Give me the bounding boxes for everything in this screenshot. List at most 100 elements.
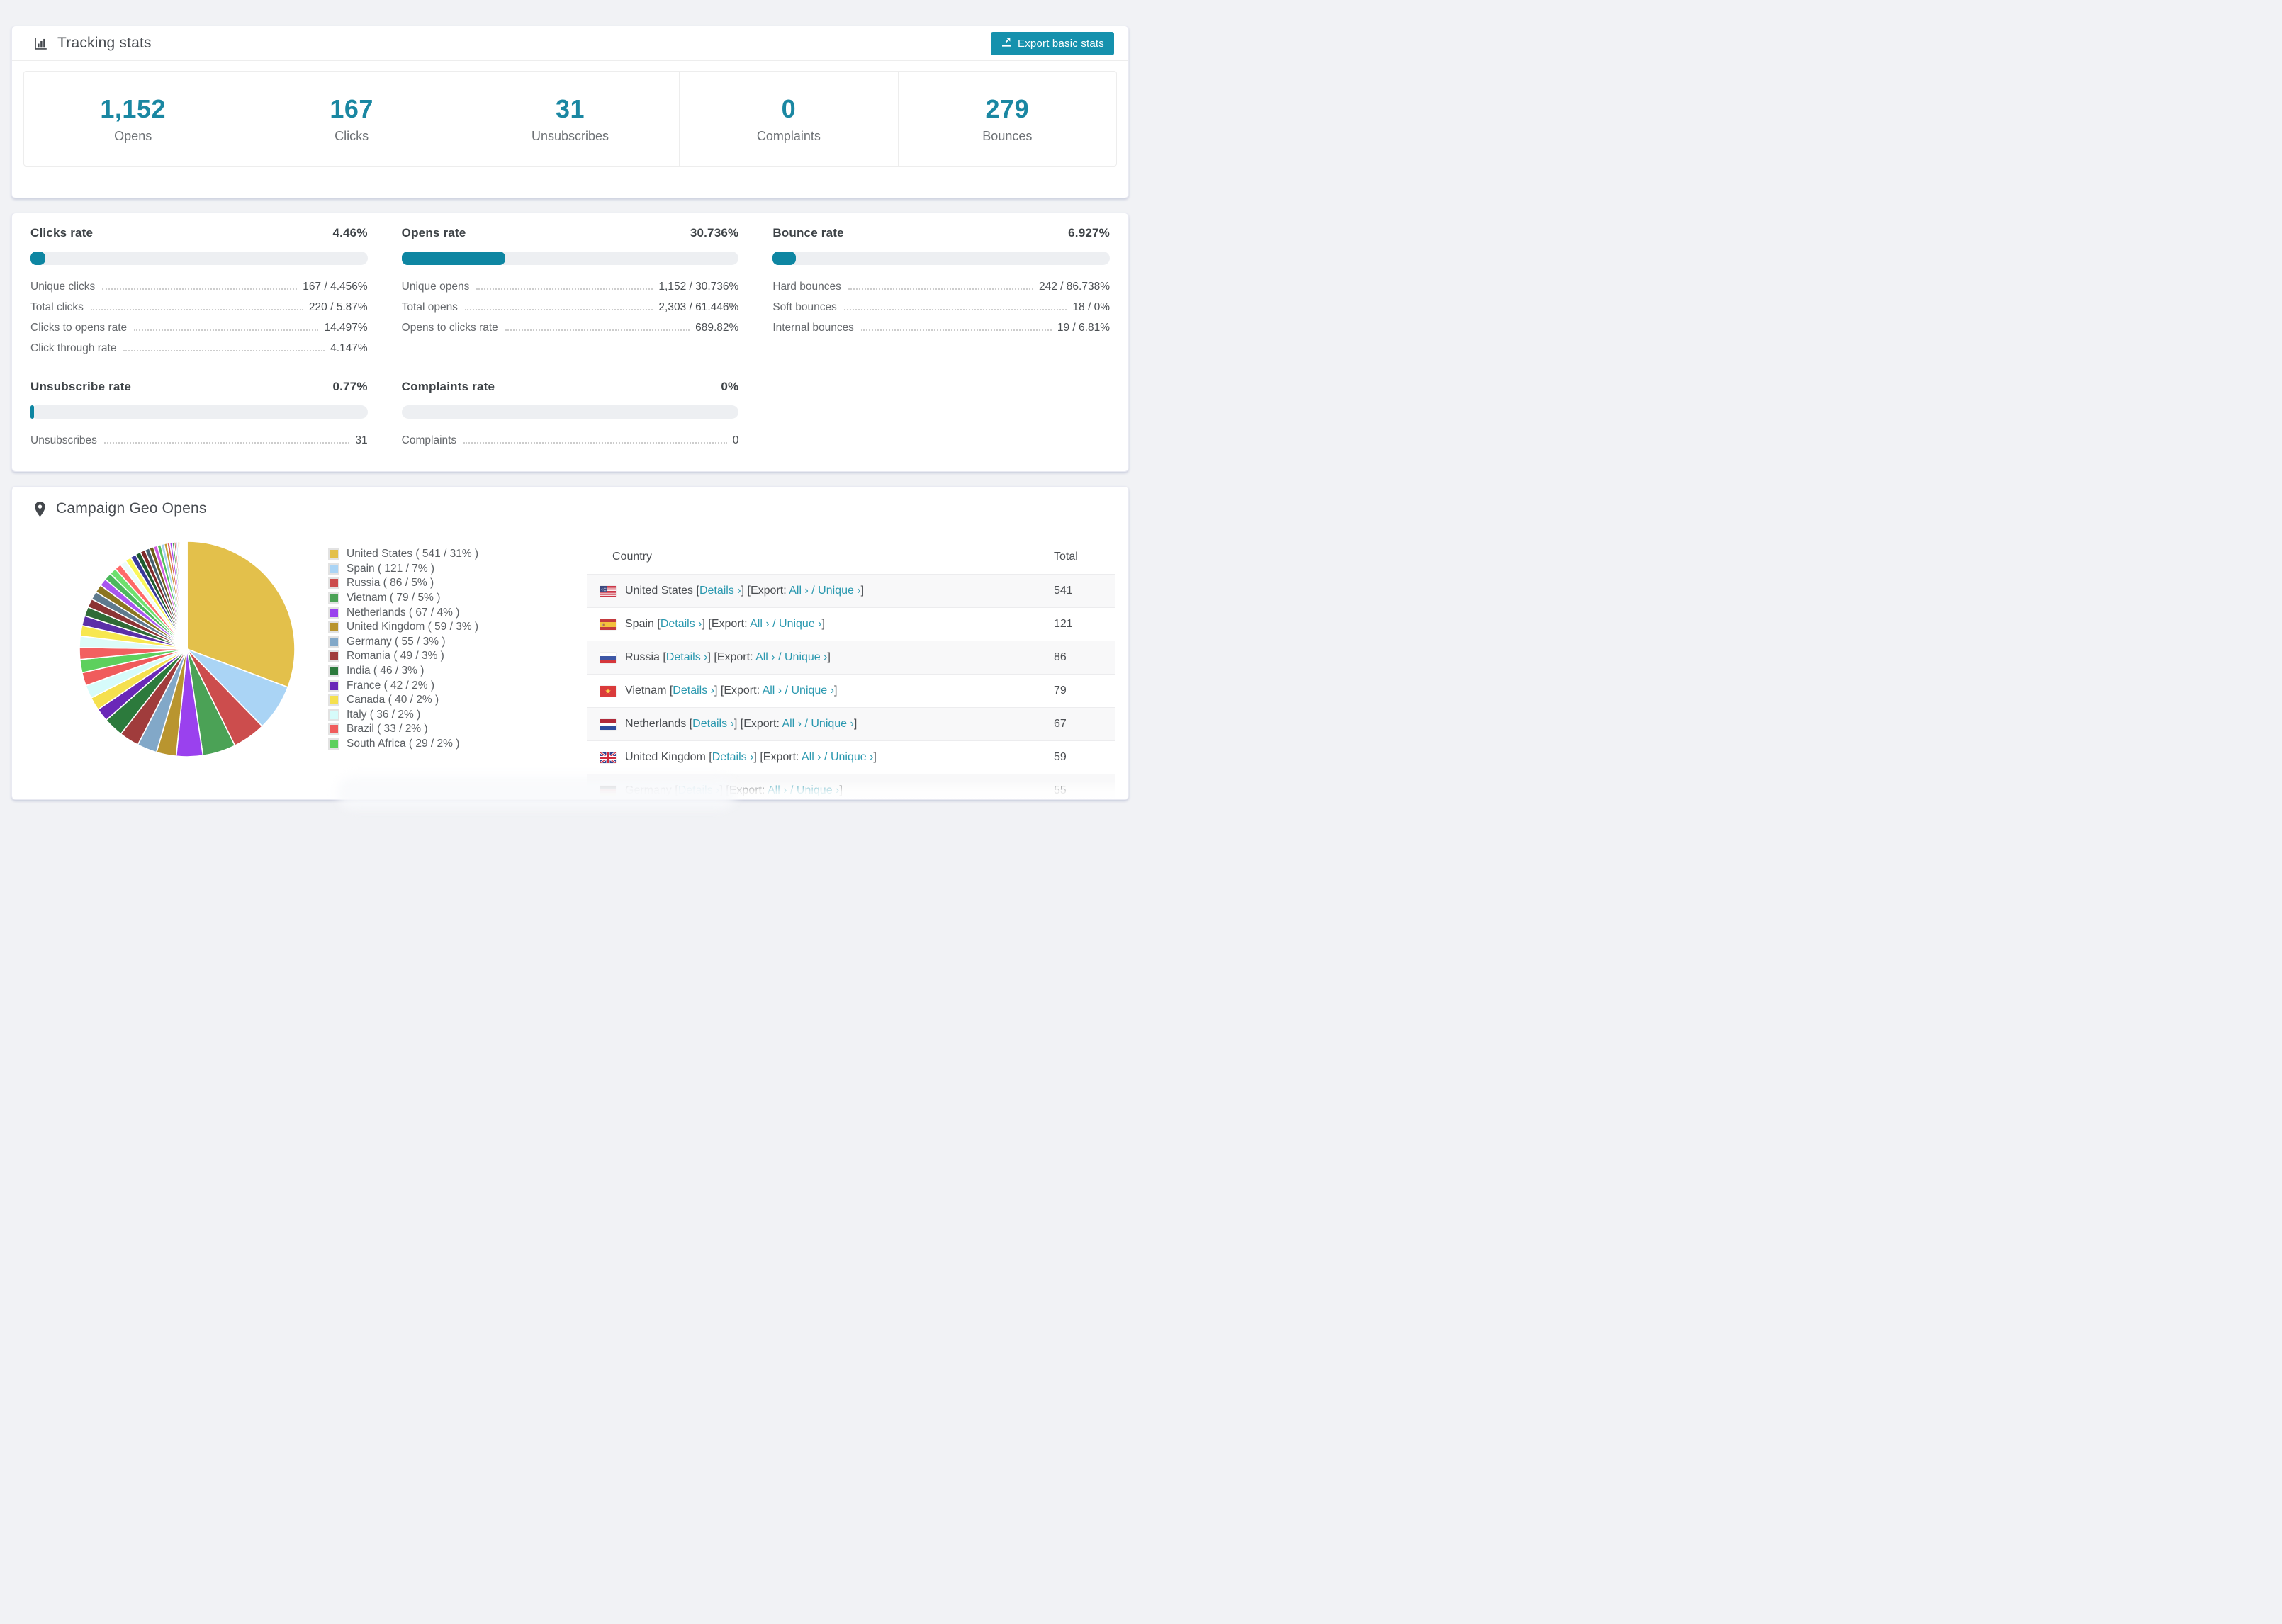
legend-label: Netherlands ( 67 / 4% ): [347, 606, 460, 619]
rate-section-head: Unsubscribe rate 0.77%: [30, 380, 368, 394]
geo-opens-title-text: Campaign Geo Opens: [56, 500, 207, 517]
country-name: United States: [625, 585, 694, 597]
rate-section-rows: Unsubscribes 31: [30, 434, 368, 455]
stat-value: 279: [985, 94, 1030, 123]
legend-swatch: [328, 694, 339, 706]
progress-bar-track: [401, 252, 739, 265]
legend-label: United Kingdom ( 59 / 3% ): [347, 621, 479, 633]
export-unique-link[interactable]: Unique ›: [797, 784, 839, 796]
rate-stat-label: Opens to clicks rate: [401, 322, 498, 334]
stat-box-unsubscribes: 31 Unsubscribes: [460, 72, 679, 166]
export-unique-link[interactable]: Unique ›: [779, 618, 821, 630]
legend-label: United States ( 541 / 31% ): [347, 548, 479, 560]
details-link[interactable]: Details ›: [661, 618, 702, 630]
export-all-link[interactable]: All ›: [763, 684, 782, 697]
export-all-link[interactable]: All ›: [755, 651, 775, 663]
rate-stat-label: Unsubscribes: [30, 434, 97, 446]
dotted-leader: [90, 309, 303, 310]
legend-item: France ( 42 / 2% ): [328, 678, 478, 693]
stat-label: Complaints: [756, 128, 821, 143]
rate-section-complaints-rate: Complaints rate 0% Complaints 0: [401, 380, 739, 455]
progress-bar-fill: [772, 252, 797, 265]
total-column-header: Total: [1054, 551, 1078, 563]
rates-card: Clicks rate 4.46% Unique clicks 167 / 4.456…: [11, 213, 1129, 472]
legend-label: Romania ( 49 / 3% ): [347, 650, 444, 662]
gb-flag-icon: [600, 752, 616, 763]
tracking-stats-header: Tracking stats Export basic stats: [12, 26, 1128, 61]
rate-section-head: Opens rate 30.736%: [402, 226, 739, 240]
legend-label: France ( 42 / 2% ): [347, 679, 435, 692]
country-name: Russia: [625, 651, 660, 663]
export-all-link[interactable]: All ›: [782, 718, 802, 730]
geo-table-rows: United States [Details ›] [Export: All ›…: [587, 574, 1115, 799]
de-flag-icon: [600, 785, 616, 796]
details-link[interactable]: Details ›: [712, 751, 754, 763]
details-link[interactable]: Details ›: [666, 651, 708, 663]
rate-stat-value: 0: [732, 434, 739, 446]
export-basic-stats-button[interactable]: Export basic stats: [991, 31, 1114, 55]
details-link[interactable]: Details ›: [699, 585, 741, 597]
rate-stat-row: Internal bounces 19 / 6.81%: [772, 322, 1110, 342]
export-all-link[interactable]: All ›: [750, 618, 770, 630]
rate-section-title: Unsubscribe rate: [30, 380, 132, 393]
rate-stat-value: 14.497%: [324, 322, 368, 334]
export-unique-link[interactable]: Unique ›: [792, 684, 834, 697]
legend-item: Italy ( 36 / 2% ): [328, 708, 478, 723]
dotted-leader: [463, 442, 727, 444]
details-link[interactable]: Details ›: [678, 784, 720, 796]
rate-stat-label: Click through rate: [30, 342, 117, 354]
rate-section-head: Clicks rate 4.46%: [30, 226, 368, 240]
export-all-link[interactable]: All ›: [789, 585, 809, 597]
legend-item: South Africa ( 29 / 2% ): [328, 737, 478, 752]
export-icon: [1001, 36, 1012, 50]
legend-swatch: [328, 709, 339, 721]
legend-swatch: [328, 650, 339, 662]
rate-stat-row: Opens to clicks rate 689.82%: [402, 322, 739, 342]
rate-section-title: Opens rate: [401, 226, 466, 239]
export-unique-link[interactable]: Unique ›: [785, 651, 827, 663]
details-link[interactable]: Details ›: [673, 684, 714, 697]
rate-stat-row: Unique clicks 167 / 4.456%: [30, 281, 368, 301]
rate-section-title: Bounce rate: [772, 226, 844, 239]
rate-stat-value: 1,152 / 30.736%: [658, 281, 739, 293]
country-total: 541: [1054, 585, 1073, 597]
dotted-leader: [860, 329, 1052, 331]
rate-stat-row: Complaints 0: [402, 434, 739, 455]
country-total: 79: [1054, 684, 1067, 697]
country-name: Netherlands: [625, 718, 687, 730]
legend-swatch: [328, 665, 339, 677]
map-pin-icon: [33, 500, 47, 518]
export-label: Export:: [729, 784, 765, 796]
export-unique-link[interactable]: Unique ›: [811, 718, 853, 730]
rate-stat-label: Total clicks: [30, 301, 84, 313]
stat-label: Opens: [114, 128, 152, 143]
export-unique-link[interactable]: Unique ›: [831, 751, 873, 763]
country-name: Vietnam: [625, 684, 667, 697]
rate-stat-label: Soft bounces: [772, 301, 837, 313]
geo-table-row-us: United States [Details ›] [Export: All ›…: [587, 574, 1115, 607]
export-unique-link[interactable]: Unique ›: [818, 585, 860, 597]
ru-flag-icon: [600, 652, 616, 663]
rate-stat-row: Clicks to opens rate 14.497%: [30, 322, 368, 342]
geo-table-row-ru: Russia [Details ›] [Export: All › / Uniq…: [587, 641, 1115, 674]
pie-legend: United States ( 541 / 31% ) Spain ( 121 /…: [328, 547, 478, 751]
stat-value: 31: [555, 94, 585, 123]
rate-section-head: Complaints rate 0%: [402, 380, 739, 394]
dotted-leader: [843, 309, 1067, 310]
dotted-leader: [103, 442, 350, 444]
legend-label: Spain ( 121 / 7% ): [347, 562, 435, 575]
progress-bar-track: [772, 252, 1110, 265]
export-all-link[interactable]: All ›: [802, 751, 821, 763]
details-link[interactable]: Details ›: [692, 718, 734, 730]
legend-label: Canada ( 40 / 2% ): [347, 694, 439, 706]
rate-section-value: 4.46%: [332, 226, 368, 239]
country-name: United Kingdom: [625, 751, 706, 763]
legend-label: Italy ( 36 / 2% ): [347, 708, 421, 721]
progress-bar-track: [30, 252, 368, 265]
geo-table-row-nl: Netherlands [Details ›] [Export: All › /…: [587, 707, 1115, 740]
rate-stat-value: 220 / 5.87%: [308, 301, 368, 313]
legend-label: Brazil ( 33 / 2% ): [347, 723, 428, 735]
rate-stat-label: Clicks to opens rate: [30, 322, 128, 334]
geo-table-row-es: Spain [Details ›] [Export: All › / Uniqu…: [587, 607, 1115, 641]
export-all-link[interactable]: All ›: [768, 784, 787, 796]
